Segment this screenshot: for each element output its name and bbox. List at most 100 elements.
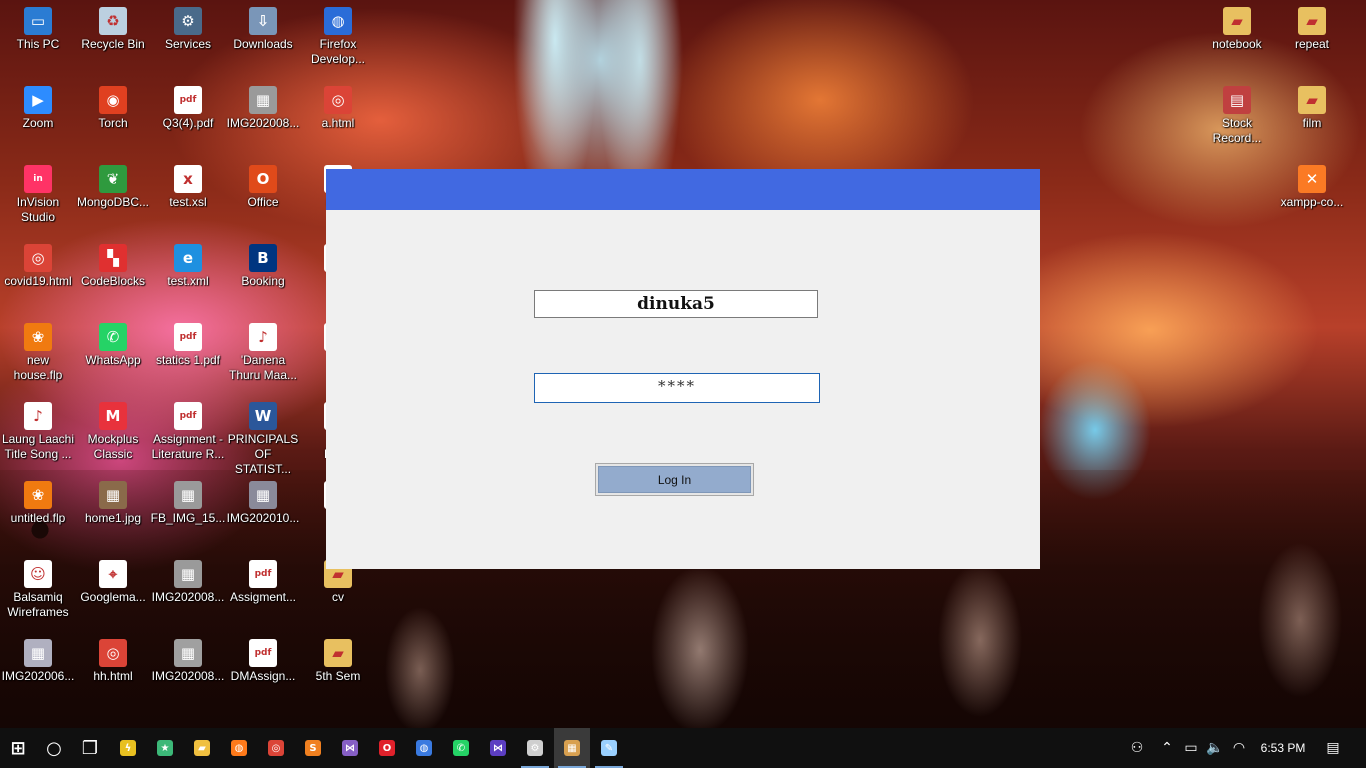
desktop-icon-label: PRINCIPALS OF STATIST... <box>227 432 299 476</box>
desktop-icon[interactable]: ▭ This PC <box>0 7 76 52</box>
desktop-icon[interactable]: ◉ Torch <box>75 86 151 131</box>
fl-studio-icon: ❀ <box>24 481 52 509</box>
login-window: Log In <box>326 169 1040 569</box>
pdf-file-icon: pdf <box>174 323 202 351</box>
login-button[interactable]: Log In <box>595 463 754 496</box>
username-field[interactable] <box>534 290 818 318</box>
taskbar-app-2[interactable]: ★ <box>147 728 183 768</box>
window-title-bar[interactable] <box>326 169 1040 210</box>
desktop-icon[interactable]: ▤ Stock Record... <box>1199 86 1275 146</box>
desktop-icon[interactable]: ⇩ Downloads <box>225 7 301 52</box>
desktop-icon-label: DMAssign... <box>230 669 296 683</box>
image-file-icon: ▦ <box>24 639 52 667</box>
audio-file-icon: ♪ <box>24 402 52 430</box>
desktop-icon[interactable]: ▦ IMG202010... <box>225 481 301 526</box>
desktop-icon[interactable]: ❦ MongoDBC... <box>75 165 151 210</box>
desktop-icon[interactable]: pdf Assigment... <box>225 560 301 605</box>
notification-icon[interactable]: ▤ <box>1320 728 1346 768</box>
desktop-icon[interactable]: M Mockplus Classic <box>75 402 151 462</box>
desktop-icon[interactable]: ◍ Firefox Develop... <box>300 7 376 67</box>
desktop-icon[interactable]: ⌖ Googlema... <box>75 560 151 605</box>
xsl-file-icon: x <box>174 165 202 193</box>
desktop-icon[interactable]: O Office <box>225 165 301 210</box>
taskbar-app-1[interactable]: ϟ <box>110 728 146 768</box>
desktop-icon[interactable]: ☺ Balsamiq Wireframes <box>0 560 76 620</box>
desktop-icon[interactable]: ▚ CodeBlocks <box>75 244 151 289</box>
taskbar-opera[interactable]: O <box>369 728 405 768</box>
desktop-icon[interactable]: ♪ Laung Laachi Title Song ... <box>0 402 76 462</box>
chevron-up-icon[interactable]: ⌃ <box>1156 728 1178 768</box>
desktop-icon[interactable]: in InVision Studio <box>0 165 76 225</box>
taskbar-chrome[interactable]: ◎ <box>258 728 294 768</box>
taskbar-firefox[interactable]: ◍ <box>221 728 257 768</box>
star-app-icon: ★ <box>157 740 173 756</box>
taskbar-settings[interactable]: ⚙ <box>517 728 553 768</box>
whatsapp-icon: ✆ <box>99 323 127 351</box>
task-view-button[interactable]: ❐ <box>72 728 108 768</box>
desktop-icon[interactable]: ♻ Recycle Bin <box>75 7 151 52</box>
folder-icon: ▰ <box>1223 7 1251 35</box>
desktop-icon[interactable]: ◎ a.html <box>300 86 376 131</box>
desktop-icon-label: This PC <box>16 37 60 51</box>
desktop-icon[interactable]: ▦ home1.jpg <box>75 481 151 526</box>
desktop-icon[interactable]: B Booking <box>225 244 301 289</box>
firefox-icon: ◍ <box>231 740 247 756</box>
desktop-icon[interactable]: ▦ IMG202008... <box>225 86 301 131</box>
image-file-icon: ▦ <box>249 481 277 509</box>
desktop-icon[interactable]: ✆ WhatsApp <box>75 323 151 368</box>
desktop-icon[interactable]: ✕ xampp-co... <box>1274 165 1350 210</box>
taskbar-firefox-dev[interactable]: ◍ <box>406 728 442 768</box>
fl-studio-icon: ❀ <box>24 323 52 351</box>
pdf-file-icon: pdf <box>174 86 202 114</box>
desktop-icon[interactable]: ❀ new house.flp <box>0 323 76 383</box>
desktop-icon[interactable]: ▰ notebook <box>1199 7 1275 52</box>
desktop-icon[interactable]: x test.xsl <box>150 165 226 210</box>
clock[interactable]: 6:53 PM <box>1251 728 1315 768</box>
desktop-icon[interactable]: pdf statics 1.pdf <box>150 323 226 368</box>
desktop-icon[interactable]: ▰ film <box>1274 86 1350 131</box>
desktop-icon[interactable]: ♪ 'Danena Thuru Maa... <box>225 323 301 383</box>
desktop-icon[interactable]: ◎ covid19.html <box>0 244 76 289</box>
wifi-icon[interactable]: ◠ <box>1228 728 1250 768</box>
desktop-icon[interactable]: pdf DMAssign... <box>225 639 301 684</box>
taskbar-vscode[interactable]: ⋈ <box>480 728 516 768</box>
desktop-icon[interactable]: ▰ 5th Sem <box>300 639 376 684</box>
desktop-icon-label: Office <box>247 195 279 209</box>
password-field[interactable] <box>534 373 820 403</box>
start-button[interactable]: ⊞ <box>0 728 36 768</box>
desktop-icon[interactable]: ▦ IMG202008... <box>150 639 226 684</box>
folder-icon: ▰ <box>1298 86 1326 114</box>
desktop-icon-label: 'Danena Thuru Maa... <box>228 353 298 382</box>
whatsapp-icon: ✆ <box>453 740 469 756</box>
desktop-icon[interactable]: ◎ hh.html <box>75 639 151 684</box>
desktop-icon[interactable]: ⚙ Services <box>150 7 226 52</box>
image-file-icon: ▦ <box>174 481 202 509</box>
desktop-icon[interactable]: W PRINCIPALS OF STATIST... <box>225 402 301 477</box>
desktop-icon[interactable]: ▦ FB_IMG_15... <box>150 481 226 526</box>
taskbar-file-explorer[interactable]: ▰ <box>184 728 220 768</box>
taskbar-whatsapp[interactable]: ✆ <box>443 728 479 768</box>
desktop-icon-label: Services <box>164 37 211 51</box>
opera-icon: O <box>379 740 395 756</box>
people-icon[interactable]: ⚇ <box>1124 728 1150 768</box>
taskbar-paint[interactable]: ✎ <box>591 728 627 768</box>
battery-icon[interactable]: ▭ <box>1180 728 1202 768</box>
desktop-icon[interactable]: ▰ repeat <box>1274 7 1350 52</box>
taskbar-sublime[interactable]: S <box>295 728 331 768</box>
taskbar-running-app[interactable]: ▦ <box>554 728 590 768</box>
ie-icon: e <box>174 244 202 272</box>
search-button[interactable]: ○ <box>36 728 72 768</box>
computer-icon: ▭ <box>24 7 52 35</box>
desktop-icon[interactable]: ▶ Zoom <box>0 86 76 131</box>
volume-icon[interactable]: 🔈 <box>1204 728 1226 768</box>
desktop-icon[interactable]: pdf Assignment - Literature R... <box>150 402 226 462</box>
taskbar-visual-studio[interactable]: ⋈ <box>332 728 368 768</box>
desktop-icon-label: Zoom <box>22 116 54 130</box>
desktop-icon[interactable]: ▦ IMG202008... <box>150 560 226 605</box>
desktop-icon-label: Q3(4).pdf <box>162 116 214 130</box>
pdf-file-icon: pdf <box>174 402 202 430</box>
desktop-icon[interactable]: ▦ IMG202006... <box>0 639 76 684</box>
desktop-icon[interactable]: e test.xml <box>150 244 226 289</box>
desktop-icon[interactable]: ❀ untitled.flp <box>0 481 76 526</box>
desktop-icon[interactable]: pdf Q3(4).pdf <box>150 86 226 131</box>
